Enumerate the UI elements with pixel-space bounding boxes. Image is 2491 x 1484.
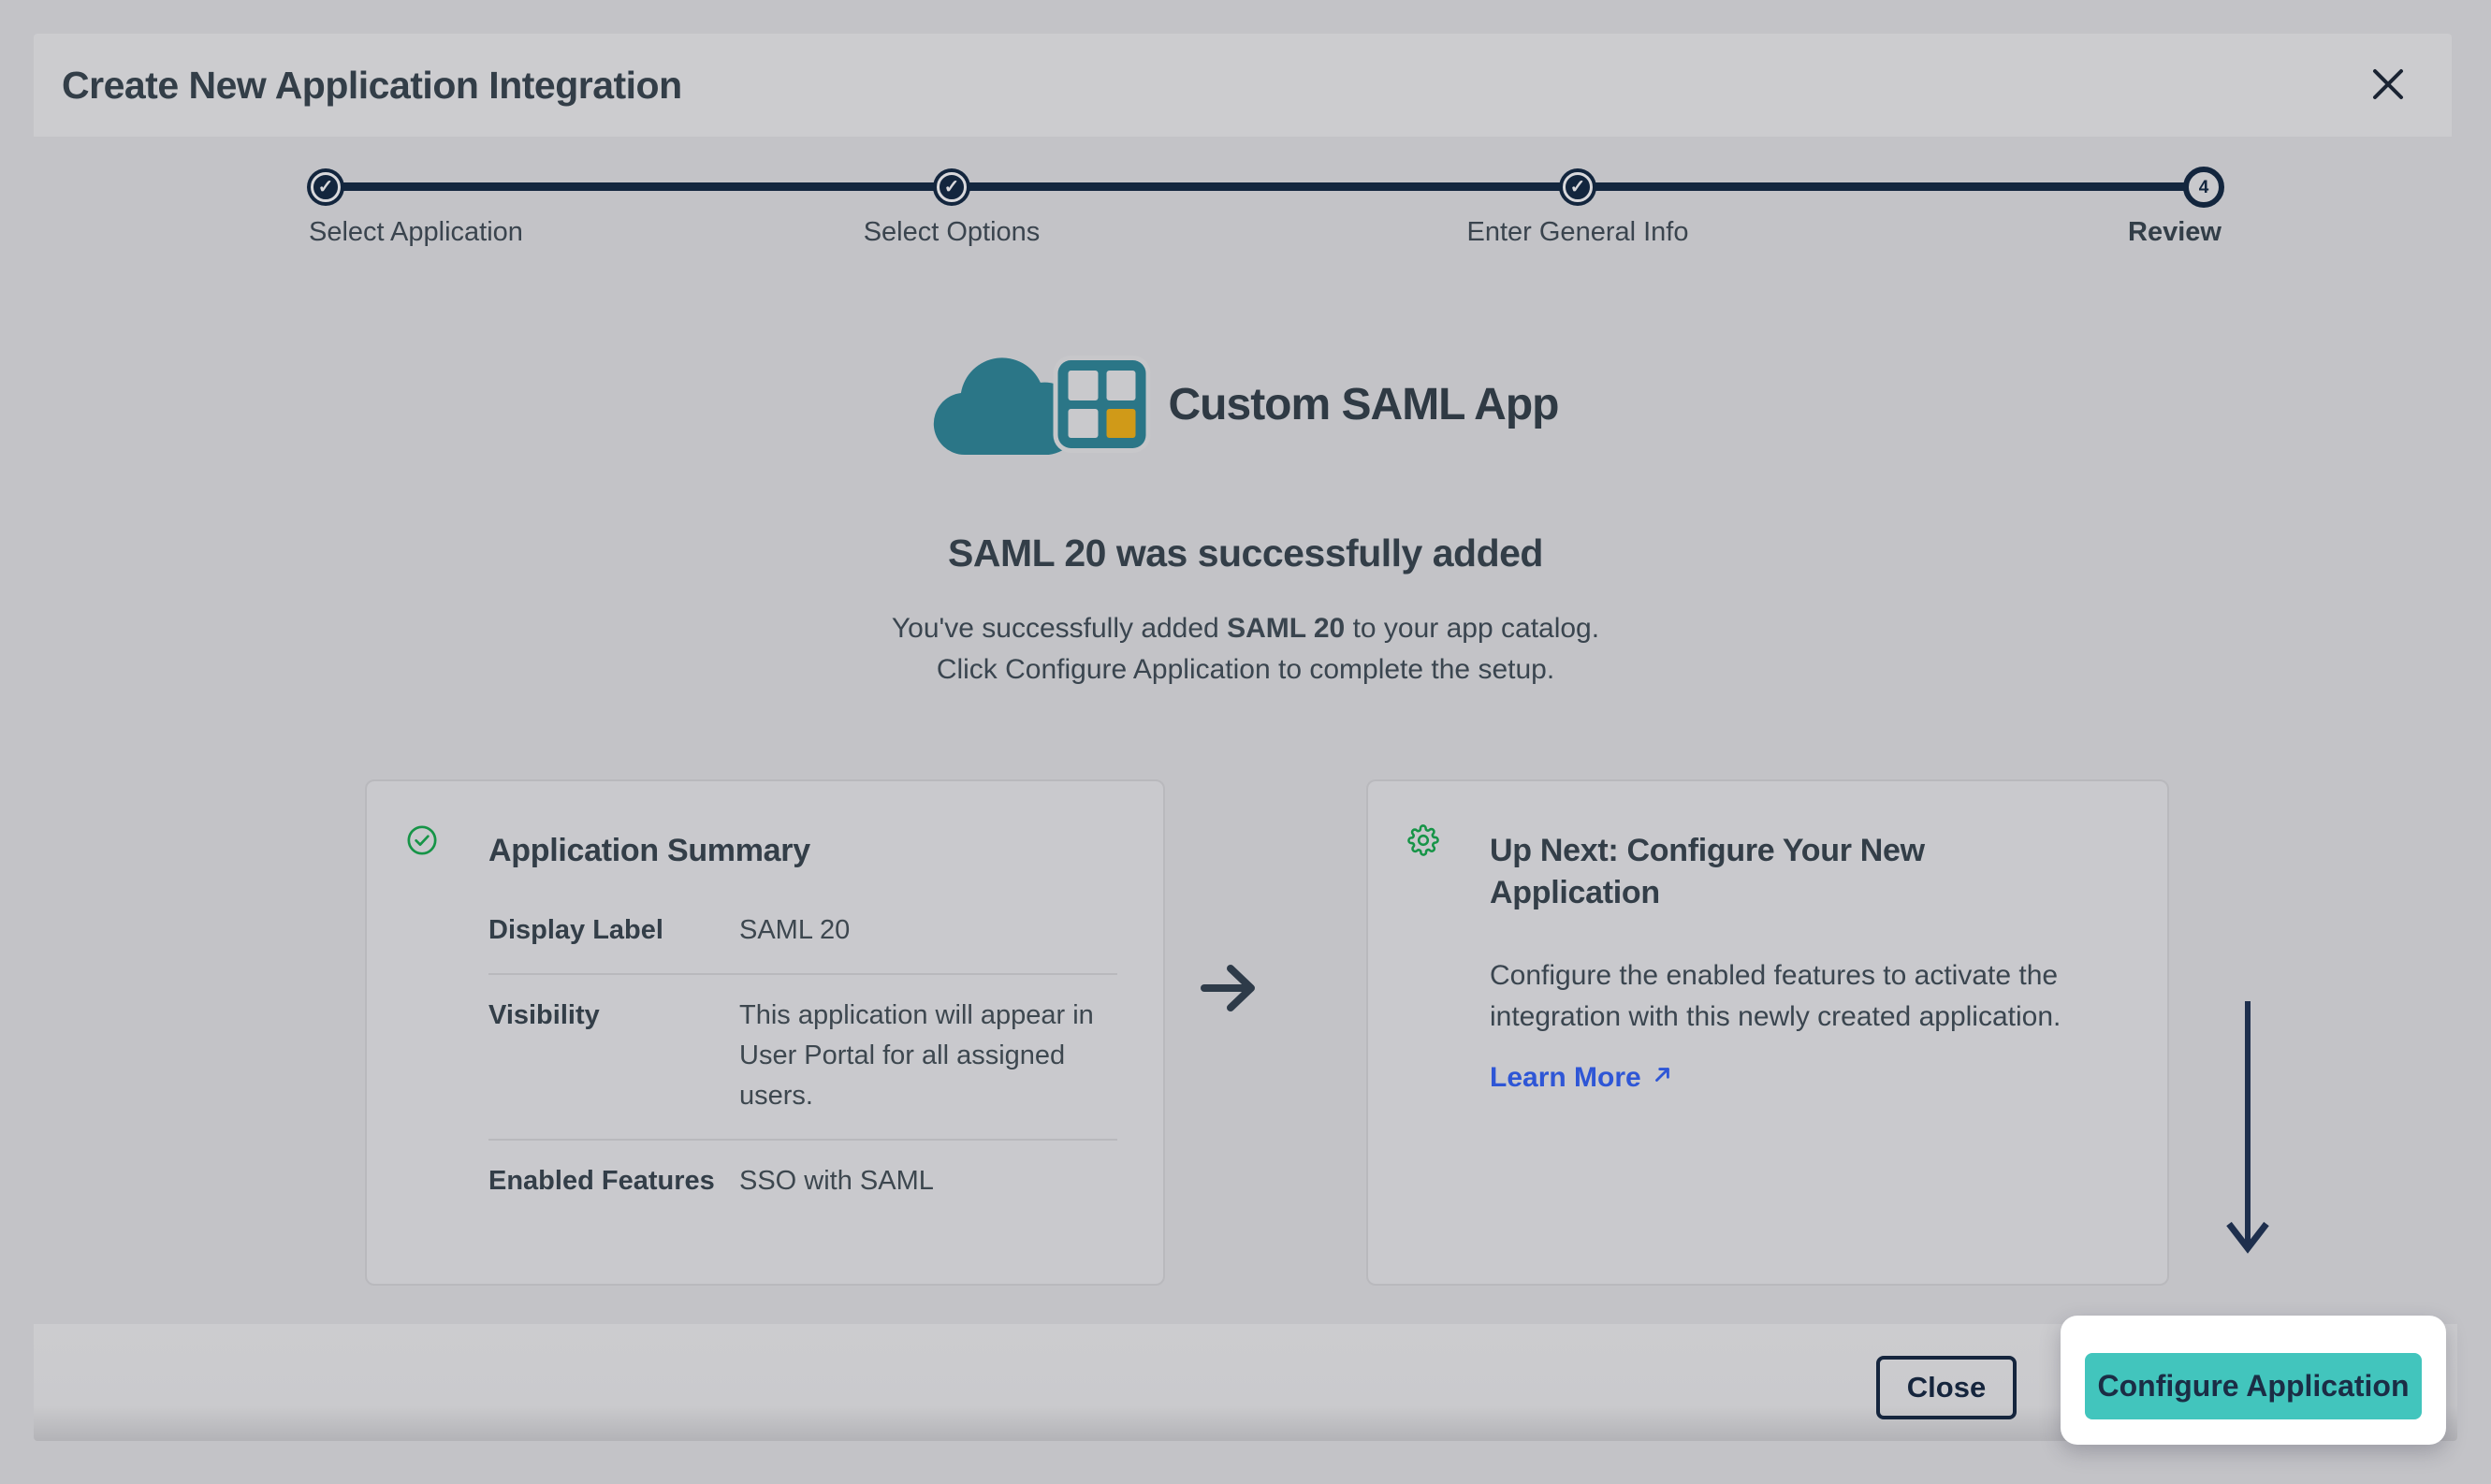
step-label-review: Review [2128,217,2222,248]
learn-more-link[interactable]: Learn More [1490,1062,1675,1094]
summary-card-title: Application Summary [488,830,810,872]
close-icon [2369,65,2407,106]
page-background: Create New Application Integration ✓ ✓ ✓… [0,0,2491,1484]
check-icon: ✓ [944,178,960,196]
success-line1-bold: SAML 20 [1227,613,1345,644]
grid-cell [1106,371,1136,400]
logo-text: Custom SAML App [1169,379,1559,430]
step-label-select-options: Select Options [864,217,1041,248]
application-summary-card: Application Summary Display Label SAML 2… [365,779,1165,1286]
step-3-complete-icon: ✓ [1559,168,1596,206]
row-value: This application will appear in User Por… [739,996,1117,1116]
page-title: Create New Application Integration [62,64,682,108]
success-message: You've successfully added SAML 20 to you… [0,608,2491,691]
row-label: Enabled Features [488,1161,739,1201]
modal-header: Create New Application Integration [34,34,2452,137]
up-next-card-body: Configure the enabled features to activa… [1490,955,2089,1038]
check-icon: ✓ [1570,178,1586,196]
summary-row-visibility: Visibility This application will appear … [488,975,1117,1141]
row-label: Display Label [488,910,739,951]
up-next-card-title: Up Next: Configure Your New Application [1490,830,1958,914]
learn-more-label: Learn More [1490,1062,1641,1094]
check-icon: ✓ [318,178,334,196]
step-label-enter-general-info: Enter General Info [1467,217,1689,248]
row-value: SSO with SAML [739,1161,1117,1201]
success-line2: Click Configure Application to complete … [937,654,1554,685]
check-circle-icon [406,824,438,856]
close-button[interactable]: Close [1876,1356,2017,1419]
gear-icon [1407,824,1439,856]
modal-close-button[interactable] [2362,59,2414,111]
step-2-complete-icon: ✓ [933,168,970,206]
app-logo: Custom SAML App [933,354,1559,455]
step-number: 4 [2199,179,2209,196]
grid-cell [1069,409,1099,439]
summary-row-display-label: Display Label SAML 20 [488,890,1117,975]
configure-application-button[interactable]: Configure Application [2085,1353,2422,1419]
grid-cell-accent [1106,409,1136,439]
summary-rows: Display Label SAML 20 Visibility This ap… [488,890,1117,1224]
success-line1-suffix: to your app catalog. [1345,613,1599,644]
row-label: Visibility [488,996,739,1116]
grid-icon [1058,360,1146,448]
external-link-icon [1651,1062,1675,1094]
stepper-track [326,182,2204,191]
step-label-select-application: Select Application [309,217,523,248]
grid-cell [1069,371,1099,400]
step-1-complete-icon: ✓ [307,168,344,206]
success-heading: SAML 20 was successfully added [0,531,2491,575]
summary-row-enabled-features: Enabled Features SSO with SAML [488,1141,1117,1224]
step-4-current-icon: 4 [2183,167,2224,208]
down-arrow-annotation-icon [2225,997,2270,1273]
right-arrow-icon [1200,960,1261,1021]
up-next-card: Up Next: Configure Your New Application … [1366,779,2169,1286]
success-line1-prefix: You've successfully added [892,613,1227,644]
row-value: SAML 20 [739,910,1117,951]
